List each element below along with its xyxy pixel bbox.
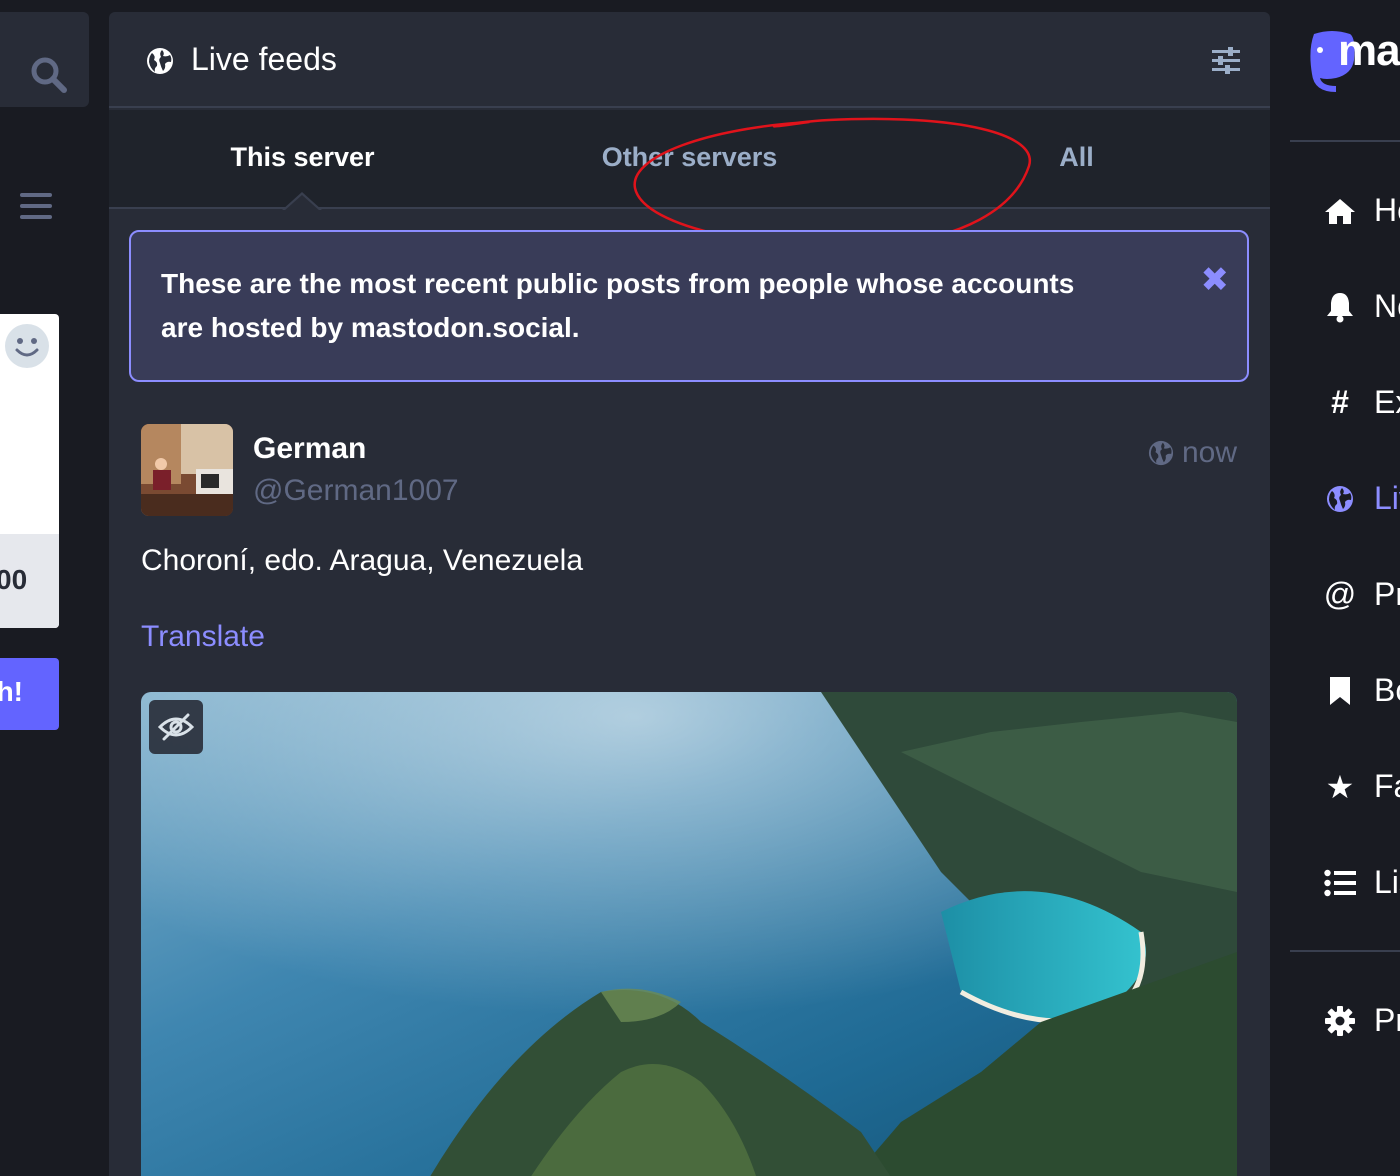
emoji-picker-icon[interactable] — [5, 324, 49, 368]
star-icon: ★ — [1325, 768, 1355, 805]
navigation-panel: ma Ho No # Ex Liv @ Pr Bo — [1290, 0, 1400, 1176]
nav-item-label: Lis — [1374, 864, 1400, 900]
bookmark-icon — [1324, 675, 1356, 707]
dismissable-banner: These are the most recent public posts f… — [129, 230, 1249, 382]
bell-icon — [1324, 291, 1356, 323]
hashtag-icon: # — [1331, 384, 1349, 420]
globe-icon — [1324, 483, 1356, 515]
nav-item-mentions[interactable]: @ Pr — [1324, 576, 1400, 613]
status-account[interactable]: @German1007 — [253, 474, 459, 508]
eye-slash-icon — [158, 713, 194, 741]
status-timestamp[interactable]: now — [1148, 436, 1237, 470]
divider — [1290, 140, 1400, 142]
globe-icon — [1148, 440, 1174, 466]
status-content: Choroní, edo. Aragua, Venezuela — [141, 544, 584, 577]
column-settings-icon[interactable] — [1211, 46, 1241, 76]
column-title: Live feeds — [191, 41, 337, 77]
banner-text: These are the most recent public posts f… — [161, 268, 1075, 343]
tab-other-servers[interactable]: Other servers — [496, 142, 883, 173]
nav-item-notifications[interactable]: No — [1324, 288, 1400, 325]
menu-icon[interactable] — [18, 190, 54, 222]
nav-item-favorites[interactable]: ★ Fa — [1324, 768, 1400, 805]
publish-button[interactable]: h! — [0, 658, 59, 730]
media-attachment[interactable] — [141, 692, 1237, 1176]
avatar[interactable] — [141, 424, 233, 516]
active-tab-indicator — [282, 192, 322, 211]
nav-item-bookmarks[interactable]: Bo — [1324, 672, 1400, 709]
nav-item-label: Ho — [1374, 192, 1400, 228]
globe-icon — [147, 48, 173, 74]
status-display-name[interactable]: German — [253, 432, 366, 466]
nav-item-label: Bo — [1374, 672, 1400, 708]
tab-all[interactable]: All — [883, 142, 1270, 173]
tab-this-server[interactable]: This server — [109, 142, 496, 173]
list-icon — [1324, 867, 1356, 899]
nav-item-label: Fa — [1374, 768, 1400, 804]
translate-button[interactable]: Translate — [141, 620, 265, 654]
nav-item-live-feeds[interactable]: Liv — [1324, 480, 1400, 517]
home-icon — [1324, 195, 1356, 227]
landscape-photo — [141, 692, 1237, 1176]
character-counter: 00 — [0, 564, 28, 595]
compose-form[interactable]: 00 — [0, 314, 59, 628]
live-feeds-column: Live feeds This server Other servers All… — [109, 12, 1270, 1176]
nav-item-explore[interactable]: # Ex — [1324, 384, 1400, 421]
at-icon: @ — [1323, 576, 1357, 612]
gear-icon — [1324, 1005, 1356, 1037]
feed-tabs: This server Other servers All — [109, 110, 1270, 211]
nav-item-label: Liv — [1374, 480, 1400, 516]
hide-media-button[interactable] — [149, 700, 203, 754]
nav-item-lists[interactable]: Lis — [1324, 864, 1400, 901]
search-box[interactable] — [0, 12, 89, 107]
status-time-text: now — [1181, 436, 1237, 469]
divider — [1290, 950, 1400, 952]
nav-item-label: Ex — [1374, 384, 1400, 420]
nav-item-label: Pr — [1374, 1002, 1400, 1038]
column-header: Live feeds — [109, 12, 1270, 108]
nav-item-preferences[interactable]: Pr — [1324, 1002, 1400, 1039]
search-icon — [31, 57, 67, 93]
nav-item-home[interactable]: Ho — [1324, 192, 1400, 229]
nav-item-label: No — [1374, 288, 1400, 324]
publish-button-label: h! — [0, 676, 23, 707]
nav-item-label: Pr — [1374, 576, 1400, 612]
logo-wordmark[interactable]: ma — [1338, 26, 1400, 76]
compose-column: 00 h! — [0, 0, 90, 1176]
close-icon[interactable]: ✖ — [1201, 260, 1230, 300]
